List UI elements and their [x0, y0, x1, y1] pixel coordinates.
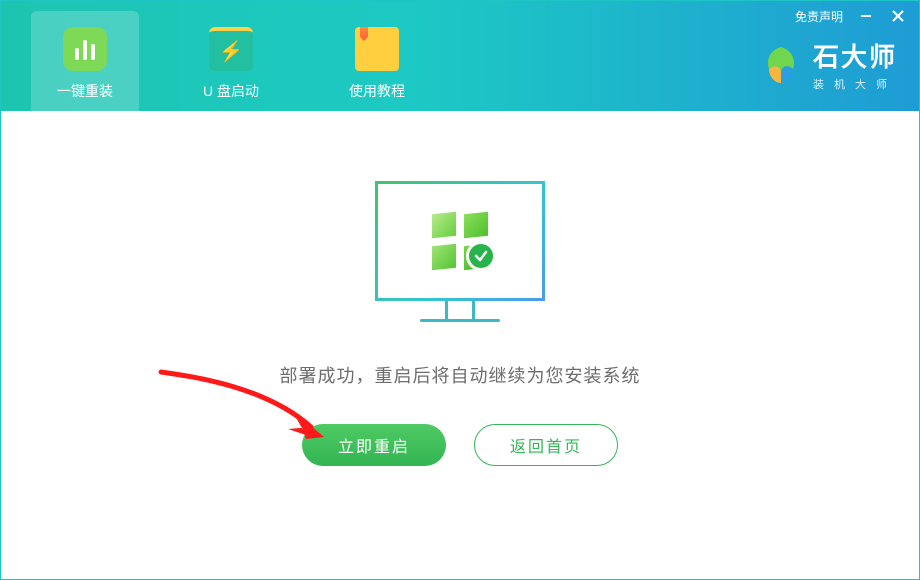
- tab-label: 使用教程: [349, 81, 405, 101]
- tabs: 一键重装 ⚡ U 盘启动 使用教程: [1, 1, 431, 111]
- header: 免责声明 一键重装 ⚡ U 盘启动: [1, 1, 919, 111]
- check-icon: [466, 241, 496, 271]
- brand-logo-icon: [759, 43, 803, 87]
- windows-icon: [432, 213, 488, 269]
- disclaimer-link[interactable]: 免责声明: [795, 8, 843, 25]
- tab-label: U 盘启动: [203, 81, 259, 101]
- app-window: 免责声明 一键重装 ⚡ U 盘启动: [0, 0, 920, 580]
- brand-name: 石大师: [813, 37, 897, 74]
- tab-usb-boot[interactable]: ⚡ U 盘启动: [177, 11, 285, 111]
- minimize-button[interactable]: [857, 7, 875, 25]
- titlebar: 免责声明: [795, 7, 907, 25]
- close-button[interactable]: [889, 7, 907, 25]
- button-row: 立即重启 返回首页: [302, 424, 618, 466]
- book-icon: [355, 27, 399, 71]
- brand: 石大师 装机大师: [759, 37, 897, 92]
- restart-button[interactable]: 立即重启: [302, 424, 446, 466]
- bars-icon: [63, 27, 107, 71]
- home-button[interactable]: 返回首页: [474, 424, 618, 466]
- brand-subtitle: 装机大师: [813, 76, 897, 92]
- tab-tutorial[interactable]: 使用教程: [323, 11, 431, 111]
- main-content: 部署成功，重启后将自动继续为您安装系统 立即重启 返回首页: [1, 111, 919, 579]
- tab-reinstall[interactable]: 一键重装: [31, 11, 139, 111]
- tab-label: 一键重装: [57, 81, 113, 101]
- monitor-illustration: [375, 181, 545, 322]
- status-message: 部署成功，重启后将自动继续为您安装系统: [280, 362, 641, 388]
- lightning-icon: ⚡: [209, 27, 253, 71]
